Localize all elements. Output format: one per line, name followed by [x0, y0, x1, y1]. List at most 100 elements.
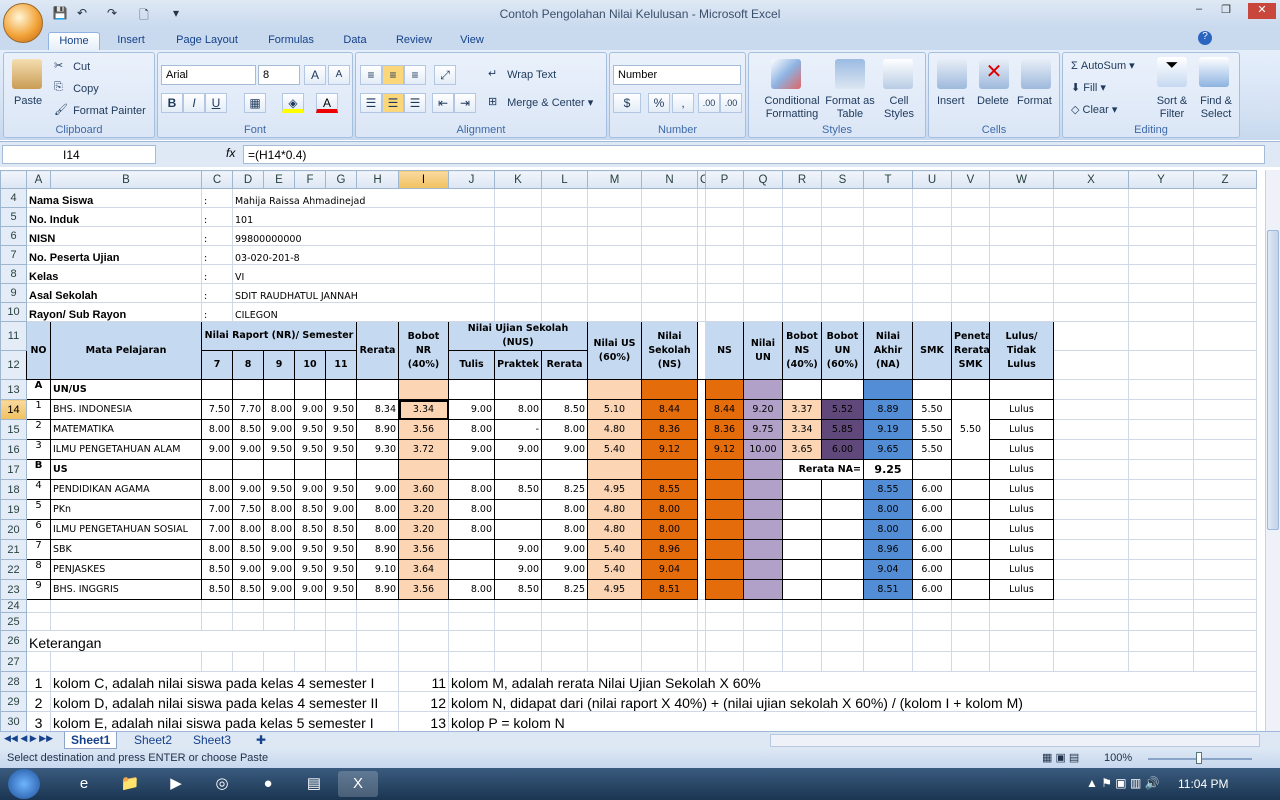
- tab-review[interactable]: Review: [388, 32, 440, 50]
- cell[interactable]: [782, 379, 822, 400]
- cell[interactable]: 8.00: [448, 499, 495, 520]
- cell[interactable]: [1053, 379, 1129, 400]
- cell[interactable]: 8.00: [356, 519, 399, 540]
- info-value[interactable]: Mahija Raissa Ahmadinejad: [232, 188, 449, 208]
- cell[interactable]: [1193, 499, 1257, 520]
- cell[interactable]: [743, 579, 783, 600]
- office-button[interactable]: [3, 3, 43, 43]
- cell[interactable]: 9.50: [325, 559, 357, 580]
- cell[interactable]: 8.50: [232, 579, 264, 600]
- selected-cell[interactable]: 3.34: [398, 399, 449, 420]
- fill-color-icon[interactable]: ◈: [282, 93, 304, 113]
- align-middle-icon[interactable]: ≡: [382, 65, 404, 85]
- cell[interactable]: [912, 226, 952, 246]
- cell[interactable]: [1053, 207, 1129, 227]
- cell[interactable]: [782, 207, 822, 227]
- cell[interactable]: [863, 245, 913, 265]
- cell[interactable]: [1128, 350, 1194, 380]
- cell[interactable]: [1053, 559, 1129, 580]
- cell[interactable]: [951, 283, 990, 303]
- cell[interactable]: [325, 379, 357, 400]
- cell[interactable]: 9.50: [325, 479, 357, 500]
- cell[interactable]: 8.96: [863, 539, 913, 560]
- align-right-icon[interactable]: ☰: [404, 93, 426, 113]
- cell[interactable]: [705, 599, 744, 613]
- cell[interactable]: [697, 651, 706, 672]
- cell[interactable]: [743, 479, 783, 500]
- cell[interactable]: [821, 559, 864, 580]
- cell[interactable]: [325, 651, 357, 672]
- cell[interactable]: 9.04: [641, 559, 698, 580]
- insert-function-icon[interactable]: fx: [226, 146, 235, 160]
- cell[interactable]: [743, 519, 783, 540]
- lulus-status[interactable]: Lulus: [989, 459, 1054, 480]
- insert-cells-button[interactable]: Insert: [937, 95, 965, 107]
- cell[interactable]: 9.50: [263, 439, 295, 460]
- cell[interactable]: [641, 379, 698, 400]
- cell[interactable]: 8.00: [201, 479, 233, 500]
- conditional-formatting-button[interactable]: Conditional Formatting: [757, 95, 827, 121]
- cell[interactable]: 9.00: [494, 539, 542, 560]
- cell[interactable]: [705, 283, 744, 303]
- cell[interactable]: [912, 630, 952, 652]
- cell[interactable]: [541, 630, 588, 652]
- cell[interactable]: [1128, 579, 1194, 600]
- cell[interactable]: [1193, 599, 1257, 613]
- cell[interactable]: [863, 264, 913, 284]
- cell[interactable]: [641, 302, 698, 322]
- row-header[interactable]: 22: [0, 559, 27, 580]
- cell[interactable]: [743, 188, 783, 208]
- subject-name[interactable]: ILMU PENGETAHUAN SOSIAL: [50, 519, 202, 540]
- cell[interactable]: 8.50: [541, 399, 588, 420]
- sort-filter-button[interactable]: Sort & Filter: [1151, 95, 1193, 121]
- cell[interactable]: [201, 651, 233, 672]
- cell[interactable]: [863, 226, 913, 246]
- cell[interactable]: [821, 207, 864, 227]
- cell[interactable]: [1193, 519, 1257, 540]
- cell[interactable]: [743, 459, 783, 480]
- cell[interactable]: [1193, 302, 1257, 322]
- cell[interactable]: [705, 302, 744, 322]
- cell[interactable]: [951, 479, 990, 500]
- lulus-status[interactable]: Lulus: [989, 439, 1054, 460]
- lulus-status[interactable]: Lulus: [989, 419, 1054, 440]
- cell[interactable]: [26, 612, 51, 631]
- cell[interactable]: [912, 379, 952, 400]
- cell[interactable]: 9.65: [863, 439, 913, 460]
- tab-insert[interactable]: Insert: [108, 32, 154, 50]
- cell[interactable]: [356, 612, 399, 631]
- cell[interactable]: [989, 630, 1054, 652]
- cell[interactable]: [989, 302, 1054, 322]
- folder-icon[interactable]: 📁: [110, 771, 150, 797]
- column-header-T[interactable]: T: [863, 170, 913, 189]
- cell[interactable]: [989, 651, 1054, 672]
- cell[interactable]: [541, 245, 588, 265]
- tray-icons[interactable]: ▲ ⚑ ▣ ▥ 🔊: [1086, 776, 1160, 790]
- cell[interactable]: [1053, 264, 1129, 284]
- cell[interactable]: [743, 651, 783, 672]
- cell[interactable]: [1053, 439, 1129, 460]
- cell[interactable]: [863, 188, 913, 208]
- cell[interactable]: [989, 599, 1054, 613]
- row-header[interactable]: 16: [0, 439, 27, 460]
- subject-name[interactable]: PENJASKES: [50, 559, 202, 580]
- subject-name[interactable]: SBK: [50, 539, 202, 560]
- cell[interactable]: 3.56: [398, 579, 449, 600]
- cell[interactable]: 9.12: [705, 439, 744, 460]
- cell[interactable]: [1053, 539, 1129, 560]
- cell[interactable]: [743, 283, 783, 303]
- cell[interactable]: [541, 612, 588, 631]
- cell[interactable]: [448, 264, 495, 284]
- cell[interactable]: [705, 499, 744, 520]
- cell[interactable]: 8.55: [641, 479, 698, 500]
- cell[interactable]: 8.55: [863, 479, 913, 500]
- row-header[interactable]: 18: [0, 479, 27, 500]
- view-buttons-icon[interactable]: ▦ ▣ ▤: [1042, 751, 1079, 764]
- cell[interactable]: [263, 651, 295, 672]
- cell[interactable]: [697, 283, 706, 303]
- cell[interactable]: [697, 599, 706, 613]
- scroll-thumb[interactable]: [1267, 230, 1279, 530]
- row-number[interactable]: A: [26, 379, 51, 400]
- cell[interactable]: [1193, 283, 1257, 303]
- cell[interactable]: [782, 479, 822, 500]
